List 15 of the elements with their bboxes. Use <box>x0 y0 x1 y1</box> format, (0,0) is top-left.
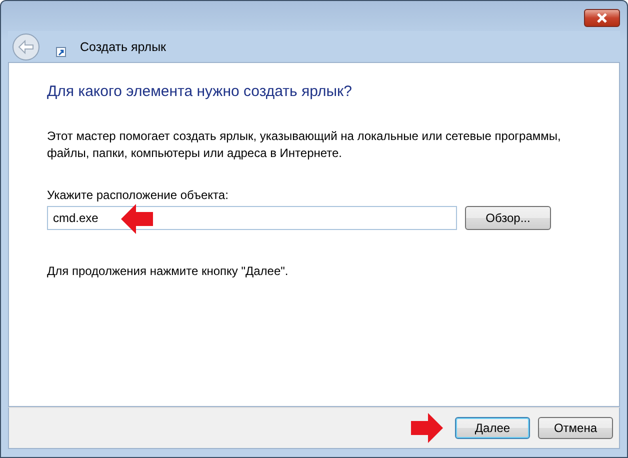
arrow-icon <box>121 204 153 234</box>
hint-text: Для продолжения нажмите кнопку "Далее". <box>47 264 290 278</box>
description-text: Этот мастер помогает создать ярлык, указывающий на локальные или сетевые программы, файлы, папки, компьютеры или адреса в Интернете. <box>47 128 562 162</box>
close-button[interactable] <box>584 9 620 27</box>
location-field[interactable]: cmd.exe <box>47 206 457 230</box>
arrow-icon <box>411 413 443 443</box>
back-button[interactable] <box>12 32 40 60</box>
close-icon <box>595 13 609 23</box>
browse-button[interactable]: Обзор... <box>465 206 551 230</box>
location-label: Укажите расположение объекта: <box>47 188 230 202</box>
wizard-heading: Для какого элемента нужно создать ярлык? <box>47 83 353 100</box>
shortcut-icon <box>56 46 66 56</box>
window-title: Создать ярлык <box>80 40 166 54</box>
cancel-button[interactable]: Отмена <box>538 417 613 439</box>
next-button[interactable]: Далее <box>455 417 530 439</box>
